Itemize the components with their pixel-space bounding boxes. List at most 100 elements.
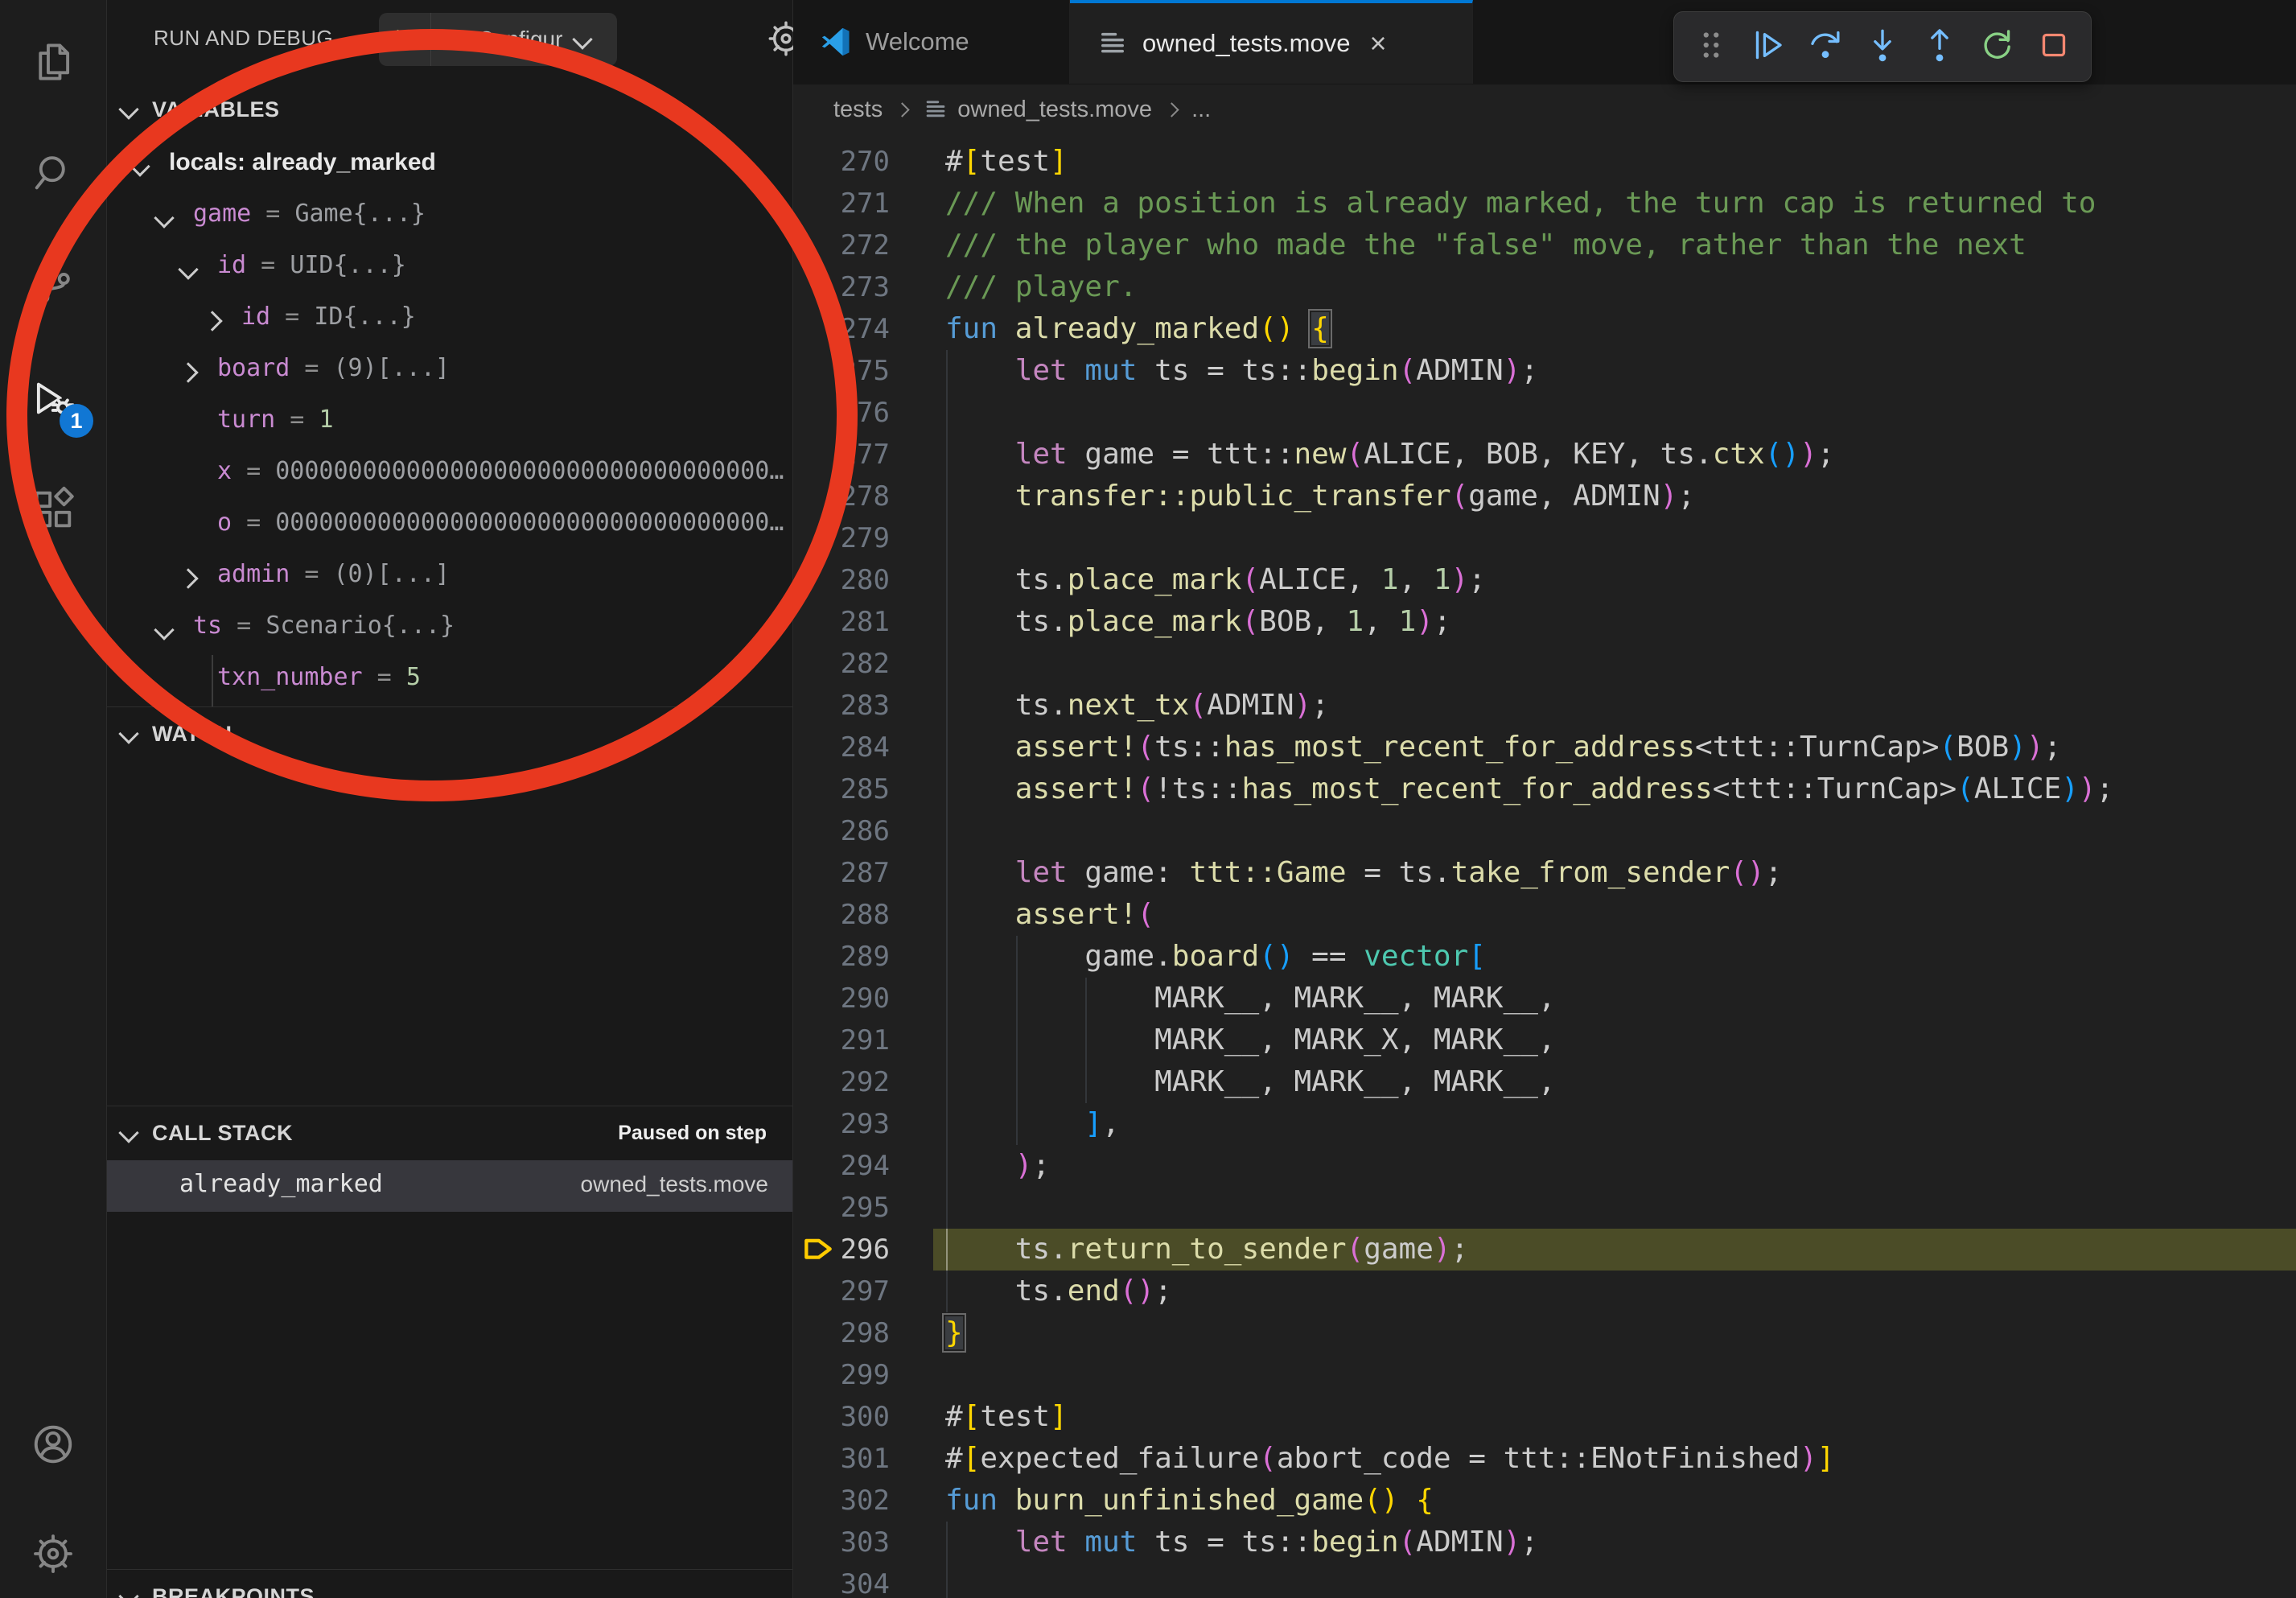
drag-grip-handle[interactable] [1687,21,1735,72]
code-line-302[interactable]: 302fun burn_unfinished_game() { [793,1480,2296,1522]
start-debug-icon[interactable] [379,13,431,66]
variable-row-id[interactable]: id = ID{...} [107,294,792,346]
section-breakpoints[interactable]: BREAKPOINTS [107,1572,792,1598]
code-line-273[interactable]: 273/// player. [793,266,2296,308]
code-line-284[interactable]: 284 assert!(ts::has_most_recent_for_addr… [793,727,2296,768]
code-line-271[interactable]: 271/// When a position is already marked… [793,183,2296,224]
code-line-296[interactable]: 296 ts.return_to_sender(game); [793,1229,2296,1271]
code-line-300[interactable]: 300#[test] [793,1396,2296,1438]
variable-row-scope[interactable]: locals: already_marked [107,140,792,192]
code-line-274[interactable]: 274fun already_marked() { [793,308,2296,350]
variable-row-turn[interactable]: turn = 1 [107,397,792,449]
activity-item-account[interactable] [0,1394,106,1498]
step-out-button[interactable] [1915,21,1964,72]
call-stack-frame[interactable]: already_marked owned_tests.move [107,1160,792,1212]
variable-row-ts[interactable]: ts = Scenario{...} [107,603,792,655]
tab-owned-tests-move[interactable]: owned_tests.move × [1070,0,1473,84]
line-number: 283 [793,685,890,727]
variable-row-admin[interactable]: admin = (0)[...] [107,552,792,603]
restart-button[interactable] [1973,21,2021,72]
code-line-304[interactable]: 304 [793,1563,2296,1598]
chevron-down-icon [118,1586,138,1598]
code-text: /// the player who made the "false" move… [945,224,2026,266]
code-line-272[interactable]: 272/// the player who made the "false" m… [793,224,2296,266]
activity-item-extensions[interactable] [0,459,106,563]
tab-welcome[interactable]: Welcome [793,0,1070,84]
variable-row-game[interactable]: game = Game{...} [107,192,792,243]
activity-item-explorer[interactable] [0,11,106,116]
code-line-290[interactable]: 290 MARK__, MARK__, MARK__, [793,978,2296,1019]
indent-guide [946,517,948,559]
code-line-294[interactable]: 294 ); [793,1145,2296,1187]
code-text: ts.place_mark(BOB, 1, 1); [945,601,1451,643]
line-number: 289 [793,936,890,978]
code-line-287[interactable]: 287 let game: ttt::Game = ts.take_from_s… [793,852,2296,894]
line-number: 274 [793,308,890,350]
breadcrumb-item-symbol[interactable]: ... [1191,97,1211,123]
line-number: 303 [793,1522,890,1563]
variable-row-id[interactable]: id = UID{...} [107,243,792,294]
step-into-button[interactable] [1858,21,1907,72]
code-line-288[interactable]: 288 assert!( [793,894,2296,936]
code-line-292[interactable]: 292 MARK__, MARK__, MARK__, [793,1061,2296,1103]
code-line-303[interactable]: 303 let mut ts = ts::begin(ADMIN); [793,1522,2296,1563]
variable-row-x[interactable]: x = 0000000000000000000000000000000000… [107,449,792,500]
breakpoints-header: BREAKPOINTS [152,1584,315,1598]
step-into-icon [1862,25,1903,69]
code-text: } [945,1312,963,1354]
line-number: 291 [793,1019,890,1061]
activity-item-settings[interactable] [0,1503,106,1598]
code-line-275[interactable]: 275 let mut ts = ts::begin(ADMIN); [793,350,2296,392]
account-icon [30,1421,76,1472]
chevron-down-icon [118,1122,138,1143]
line-number: 292 [793,1061,890,1103]
code-line-280[interactable]: 280 ts.place_mark(ALICE, 1, 1); [793,559,2296,601]
line-number: 271 [793,183,890,224]
section-call-stack[interactable]: CALL STACK Paused on step [107,1109,792,1157]
continue-button[interactable] [1744,21,1792,72]
code-line-295[interactable]: 295 [793,1187,2296,1229]
activity-item-source-control[interactable] [0,235,106,340]
line-number: 298 [793,1312,890,1354]
stop-button[interactable] [2030,21,2078,72]
code-line-301[interactable]: 301#[expected_failure(abort_code = ttt::… [793,1438,2296,1480]
code-line-283[interactable]: 283 ts.next_tx(ADMIN); [793,685,2296,727]
code-line-282[interactable]: 282 [793,643,2296,685]
code-area[interactable]: 270#[test]271/// When a position is alre… [793,134,2296,1598]
debug-config-dropdown[interactable]: No Configur [379,13,617,66]
code-line-298[interactable]: 298} [793,1312,2296,1354]
step-over-icon [1805,25,1845,69]
code-line-299[interactable]: 299 [793,1354,2296,1396]
code-line-289[interactable]: 289 game.board() == vector[ [793,936,2296,978]
line-number: 279 [793,517,890,559]
close-icon[interactable]: × [1369,29,1386,58]
chevron-down-icon [118,99,138,119]
code-line-276[interactable]: 276 [793,392,2296,434]
code-line-281[interactable]: 281 ts.place_mark(BOB, 1, 1); [793,601,2296,643]
code-line-291[interactable]: 291 MARK__, MARK_X, MARK__, [793,1019,2296,1061]
variable-row-txn_number[interactable]: txn_number = 5 [107,655,792,706]
variable-row-o[interactable]: o = 0000000000000000000000000000000000… [107,500,792,552]
grip-icon [1691,25,1731,69]
code-line-293[interactable]: 293 ], [793,1103,2296,1145]
breadcrumb-item-tests[interactable]: tests [833,97,883,123]
code-line-278[interactable]: 278 transfer::public_transfer(game, ADMI… [793,476,2296,517]
code-line-285[interactable]: 285 assert!(!ts::has_most_recent_for_add… [793,768,2296,810]
breadcrumb-item-file[interactable]: owned_tests.move [957,97,1152,123]
code-line-279[interactable]: 279 [793,517,2296,559]
tree-indent-guide [212,655,213,706]
activity-item-run-and-debug[interactable]: 1 [0,348,106,452]
code-line-277[interactable]: 277 let game = ttt::new(ALICE, BOB, KEY,… [793,434,2296,476]
activity-item-search[interactable] [0,122,106,227]
code-text: game.board() == vector[ [945,936,1486,978]
variable-row-board[interactable]: board = (9)[...] [107,346,792,397]
line-number: 276 [793,392,890,434]
section-watch[interactable]: WATCH [107,710,792,758]
section-variables[interactable]: VARIABLES [107,85,792,134]
variable-entry: turn = 1 [217,406,334,434]
code-line-286[interactable]: 286 [793,810,2296,852]
code-line-270[interactable]: 270#[test] [793,141,2296,183]
code-line-297[interactable]: 297 ts.end(); [793,1271,2296,1312]
code-text: let mut ts = ts::begin(ADMIN); [945,1522,1538,1563]
step-over-button[interactable] [1801,21,1850,72]
